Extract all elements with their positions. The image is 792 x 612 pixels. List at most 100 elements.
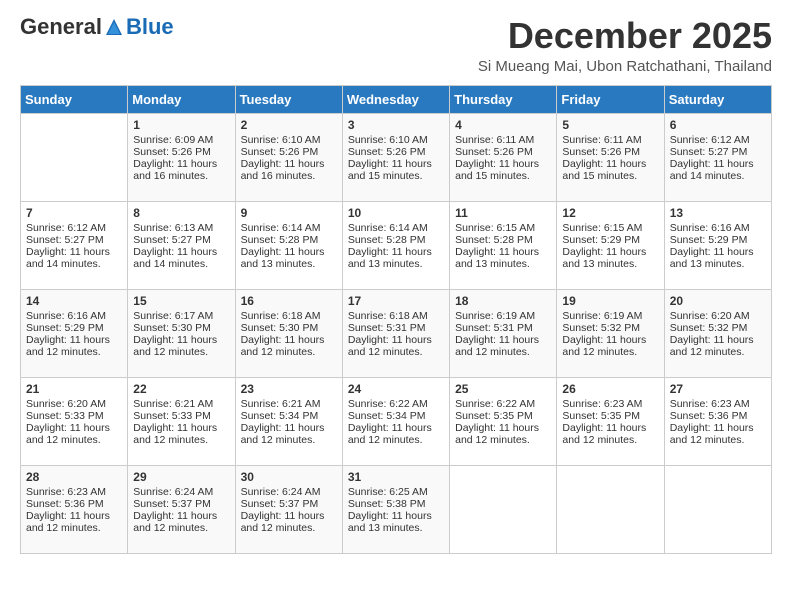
day-info-line: Daylight: 11 hours and 12 minutes. [133,422,229,446]
day-number: 18 [455,294,551,308]
day-info-line: Sunrise: 6:12 AM [670,134,766,146]
calendar-day-cell: 1Sunrise: 6:09 AMSunset: 5:26 PMDaylight… [128,113,235,201]
calendar-day-cell: 29 Sunrise: 6:24 AMSunset: 5:37 PMDayligh… [128,465,235,553]
calendar-day-cell: 3Sunrise: 6:10 AMSunset: 5:26 PMDaylight… [342,113,449,201]
calendar-day-cell: 31 Sunrise: 6:25 AMSunset: 5:38 PMDayligh… [342,465,449,553]
day-number: 22 [133,382,229,396]
day-info-line: Sunrise: 6:22 AM [348,398,444,410]
day-info-line: Sunrise: 6:21 AM [133,398,229,410]
day-info-line: Sunset: 5:26 PM [133,146,229,158]
day-info-line: Sunrise: 6:13 AM [133,222,229,234]
day-info-line: Sunrise: 6:16 AM [670,222,766,234]
calendar-day-cell: 11Sunrise: 6:15 AMSunset: 5:28 PMDayligh… [450,201,557,289]
calendar-day-cell [450,465,557,553]
day-info-line: Sunset: 5:31 PM [455,322,551,334]
day-info-line: Sunset: 5:29 PM [26,322,122,334]
calendar-day-cell: 19Sunrise: 6:19 AMSunset: 5:32 PMDayligh… [557,289,664,377]
day-info-line: Sunrise: 6:15 AM [562,222,658,234]
calendar-day-cell: 7Sunrise: 6:12 AMSunset: 5:27 PMDaylight… [21,201,128,289]
day-of-week-header: Tuesday [235,85,342,113]
day-info-line: Daylight: 11 hours and 15 minutes. [455,158,551,182]
day-number: 11 [455,206,551,220]
calendar-day-cell: 15Sunrise: 6:17 AMSunset: 5:30 PMDayligh… [128,289,235,377]
day-info-line: Sunrise: 6:10 AM [348,134,444,146]
day-info-line: Daylight: 11 hours and 12 minutes. [348,334,444,358]
day-number: 29 [133,470,229,484]
day-number: 25 [455,382,551,396]
day-info-line: Sunset: 5:33 PM [26,410,122,422]
day-info-line: Sunrise: 6:25 AM [348,486,444,498]
calendar-day-cell: 8Sunrise: 6:13 AMSunset: 5:27 PMDaylight… [128,201,235,289]
day-info-line: Daylight: 11 hours and 13 minutes. [348,246,444,270]
day-number: 17 [348,294,444,308]
day-number: 16 [241,294,337,308]
day-info-line: Daylight: 11 hours and 13 minutes. [241,246,337,270]
calendar-day-cell: 16Sunrise: 6:18 AMSunset: 5:30 PMDayligh… [235,289,342,377]
day-info-line: Daylight: 11 hours and 12 minutes. [562,422,658,446]
day-number: 31 [348,470,444,484]
day-number: 28 [26,470,122,484]
day-info-line: Sunrise: 6:24 AM [241,486,337,498]
day-of-week-header: Sunday [21,85,128,113]
day-info-line: Sunrise: 6:23 AM [670,398,766,410]
day-info-line: Sunset: 5:37 PM [241,498,337,510]
day-info-line: Sunset: 5:29 PM [670,234,766,246]
calendar-day-cell [557,465,664,553]
day-info-line: Sunset: 5:32 PM [670,322,766,334]
day-info-line: Sunset: 5:37 PM [133,498,229,510]
calendar-day-cell: 20Sunrise: 6:20 AMSunset: 5:32 PMDayligh… [664,289,771,377]
day-number: 20 [670,294,766,308]
calendar-week-row: 1Sunrise: 6:09 AMSunset: 5:26 PMDaylight… [21,113,772,201]
day-info-line: Sunrise: 6:19 AM [562,310,658,322]
day-info-line: Daylight: 11 hours and 12 minutes. [26,422,122,446]
day-info-line: Sunrise: 6:18 AM [348,310,444,322]
day-info-line: Sunrise: 6:24 AM [133,486,229,498]
day-number: 5 [562,118,658,132]
day-info-line: Daylight: 11 hours and 12 minutes. [670,422,766,446]
day-info-line: Sunrise: 6:18 AM [241,310,337,322]
day-number: 10 [348,206,444,220]
calendar-day-cell: 22Sunrise: 6:21 AMSunset: 5:33 PMDayligh… [128,377,235,465]
day-of-week-header: Wednesday [342,85,449,113]
day-info-line: Sunset: 5:35 PM [562,410,658,422]
day-info-line: Daylight: 11 hours and 13 minutes. [455,246,551,270]
day-info-line: Sunset: 5:38 PM [348,498,444,510]
day-number: 26 [562,382,658,396]
day-info-line: Sunset: 5:34 PM [241,410,337,422]
day-number: 7 [26,206,122,220]
calendar-day-cell: 27Sunrise: 6:23 AMSunset: 5:36 PMDayligh… [664,377,771,465]
day-info-line: Daylight: 11 hours and 12 minutes. [241,422,337,446]
calendar-day-cell: 24Sunrise: 6:22 AMSunset: 5:34 PMDayligh… [342,377,449,465]
day-info-line: Daylight: 11 hours and 16 minutes. [133,158,229,182]
calendar-table: SundayMondayTuesdayWednesdayThursdayFrid… [20,85,772,554]
day-info-line: Sunset: 5:36 PM [670,410,766,422]
month-title: December 2025 [478,16,772,56]
calendar-day-cell: 6Sunrise: 6:12 AMSunset: 5:27 PMDaylight… [664,113,771,201]
day-info-line: Sunset: 5:29 PM [562,234,658,246]
day-info-line: Sunrise: 6:10 AM [241,134,337,146]
calendar-day-cell: 28Sunrise: 6:23 AMSunset: 5:36 PMDayligh… [21,465,128,553]
day-of-week-header: Monday [128,85,235,113]
calendar-day-cell: 5Sunrise: 6:11 AMSunset: 5:26 PMDaylight… [557,113,664,201]
day-of-week-header: Thursday [450,85,557,113]
logo: General Blue [20,16,174,38]
day-info-line: Sunrise: 6:14 AM [241,222,337,234]
day-info-line: Daylight: 11 hours and 12 minutes. [133,510,229,534]
day-number: 3 [348,118,444,132]
day-info-line: Sunset: 5:30 PM [133,322,229,334]
day-number: 9 [241,206,337,220]
calendar-day-cell: 13Sunrise: 6:16 AMSunset: 5:29 PMDayligh… [664,201,771,289]
day-info-line: Daylight: 11 hours and 13 minutes. [348,510,444,534]
calendar-day-cell: 10Sunrise: 6:14 AMSunset: 5:28 PMDayligh… [342,201,449,289]
calendar-day-cell [21,113,128,201]
logo-icon [104,17,124,37]
day-info-line: Sunset: 5:27 PM [133,234,229,246]
day-info-line: Daylight: 11 hours and 12 minutes. [26,334,122,358]
day-info-line: Sunrise: 6:20 AM [26,398,122,410]
day-info-line: Daylight: 11 hours and 15 minutes. [348,158,444,182]
day-number: 21 [26,382,122,396]
day-number: 14 [26,294,122,308]
day-info-line: Daylight: 11 hours and 12 minutes. [133,334,229,358]
day-info-line: Daylight: 11 hours and 14 minutes. [670,158,766,182]
calendar-day-cell: 25Sunrise: 6:22 AMSunset: 5:35 PMDayligh… [450,377,557,465]
